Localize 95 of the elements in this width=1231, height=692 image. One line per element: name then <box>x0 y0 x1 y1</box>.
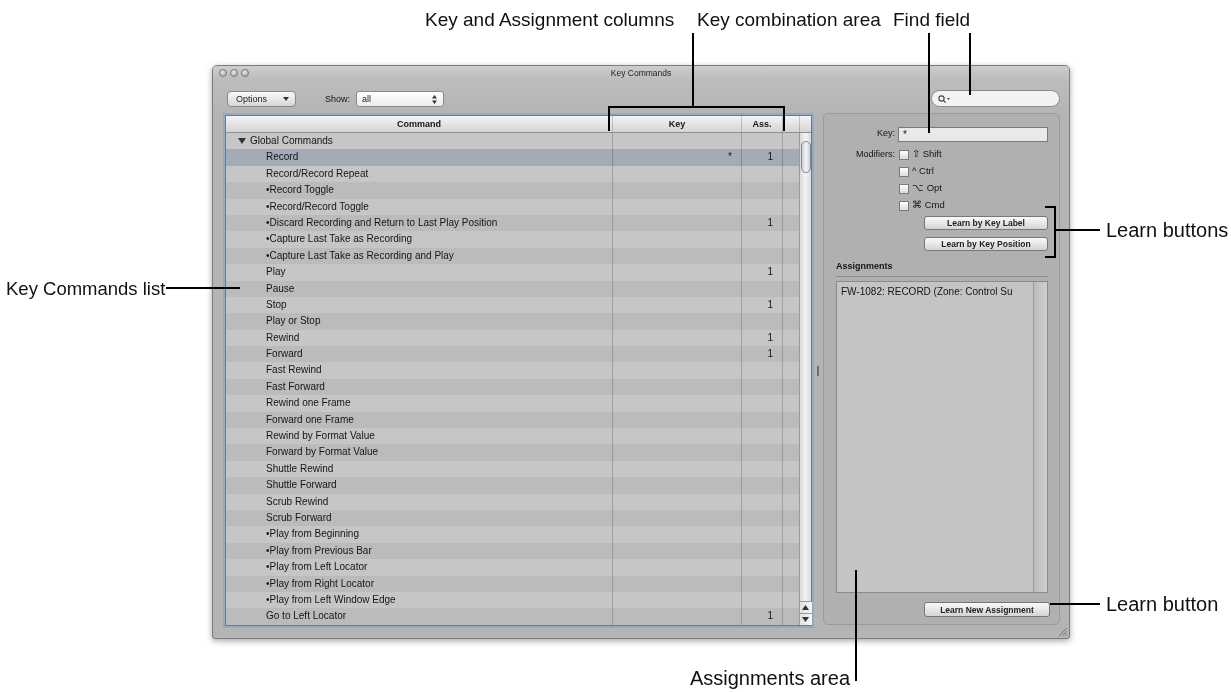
table-cell-text: •Play from Right Locator <box>265 576 375 591</box>
show-popup-button[interactable]: all <box>356 91 444 107</box>
table-cell-text: Forward <box>265 347 304 362</box>
table-row[interactable]: Fast Rewind <box>226 362 799 379</box>
table-cell-text: Scrub Forward <box>265 511 333 525</box>
table-cell-text: Stop <box>265 297 288 312</box>
scrollbar[interactable] <box>1033 281 1047 592</box>
caret-icon <box>283 97 289 101</box>
callout-label: Key Commands list <box>6 277 166 301</box>
search-icon <box>938 94 950 103</box>
callout-label: Find field <box>893 8 971 32</box>
table-row[interactable]: •Play from Beginning <box>226 526 799 543</box>
table-cell-text: •Capture Last Take as Recording <box>265 232 414 247</box>
table-cell-text: Fast Forward <box>265 379 326 394</box>
leader-line <box>969 32 971 96</box>
checkbox[interactable] <box>899 166 909 177</box>
table-cell-text: •Play from Previous Bar <box>265 543 373 558</box>
table-cell-text: Play <box>265 265 287 280</box>
table-cell-text: Rewind one Frame <box>265 396 352 411</box>
table-cell-text: •Play from Left Window Edge <box>265 592 397 607</box>
checkbox-label: ⇧ Shift <box>912 147 942 162</box>
key-field[interactable]: * <box>898 126 1048 142</box>
leader-line <box>1049 603 1101 605</box>
splitter-handle[interactable] <box>816 365 819 376</box>
learn-button[interactable]: Learn by Key Position <box>924 237 1048 251</box>
window-title: Key Commands <box>609 68 673 78</box>
table-row[interactable]: Go to Left Locator 1 <box>226 608 799 625</box>
table-cell-text: Pause <box>265 281 296 296</box>
table-cell-text: Shuttle Rewind <box>265 461 335 476</box>
show-label: Show: <box>325 93 350 106</box>
table-cell: 1 <box>741 608 782 625</box>
table-cell-text: •Capture Last Take as Recording and Play <box>265 248 455 263</box>
table-cell: 1 <box>741 149 782 166</box>
table-cell-text: •Play from Left Locator <box>265 560 369 575</box>
table-cell-text: •Record Toggle <box>265 183 335 198</box>
table-cell-text: Go to Left Locator <box>265 609 348 624</box>
search-field[interactable] <box>931 90 1060 107</box>
section-title: Assignments <box>836 260 1048 277</box>
checkbox[interactable] <box>899 200 909 211</box>
table-cell-text: Shuttle Forward <box>265 478 338 493</box>
table-cell-text: Forward one Frame <box>265 412 355 427</box>
table-row[interactable]: •Record Toggle <box>226 182 799 199</box>
checkbox-label: ⌘ Cmd <box>912 198 945 213</box>
list-item[interactable]: FW-1082: RECORD (Zone: Control Su <box>841 284 1029 298</box>
callout-label: Key combination area <box>697 8 881 32</box>
table-row[interactable]: •Play from Left Locator <box>226 559 799 576</box>
table-row[interactable]: Play or Stop <box>226 313 799 330</box>
table-cell-text: Forward by Format Value <box>265 445 380 460</box>
learn-button[interactable]: Learn New Assignment <box>924 602 1050 617</box>
table-cell: 1 <box>741 264 782 281</box>
checkbox[interactable] <box>899 149 909 160</box>
up-arrow-icon <box>802 605 809 610</box>
table-cell-text: Scrub Rewind <box>265 494 330 509</box>
updown-arrows-icon <box>432 94 437 104</box>
scroll-up-button[interactable] <box>799 601 812 613</box>
scroll-down-button[interactable] <box>799 613 812 625</box>
table-row[interactable]: Rewind by Format Value <box>226 428 799 445</box>
table-cell-text: Rewind <box>265 330 301 345</box>
scrollbar[interactable] <box>799 133 811 625</box>
table-row[interactable]: Forward by Format Value <box>226 444 799 461</box>
table-cell-text: •Discard Recording and Return to Last Play Position <box>265 215 499 230</box>
checkbox[interactable] <box>899 183 909 194</box>
table-cell-text: Rewind by Format Value <box>265 429 376 444</box>
callout-label: Key and Assignment columns <box>425 8 675 32</box>
key-label: Key: <box>876 127 895 141</box>
table-cell-text: Fast Rewind <box>265 363 323 378</box>
modifiers-label: Modifiers: <box>855 147 895 161</box>
callout-label: Learn button <box>1106 592 1219 616</box>
table-row[interactable]: •Capture Last Take as Recording <box>226 231 799 248</box>
column-header[interactable]: Command <box>226 116 612 132</box>
table-cell-text: Record/Record Repeat <box>265 166 370 181</box>
checkbox-label: ⌥ Opt <box>912 181 942 196</box>
options-popup-button[interactable]: Options <box>227 91 296 107</box>
table-row[interactable]: Record * 1 <box>226 149 799 166</box>
table-row[interactable]: Play 1 <box>226 264 799 281</box>
table-cell-text: •Play from Beginning <box>265 527 360 542</box>
table-row[interactable]: Shuttle Forward <box>226 477 799 494</box>
down-arrow-icon <box>802 617 809 622</box>
column-header[interactable]: Ass. <box>741 116 782 132</box>
table-row[interactable]: Rewind one Frame <box>226 395 799 412</box>
callout-label: Assignments area <box>689 666 850 690</box>
learn-button[interactable]: Learn by Key Label <box>924 216 1048 230</box>
callout-label: Learn buttons <box>1106 218 1229 242</box>
table-cell-text: Play or Stop <box>265 314 322 329</box>
table-cell-text: Record <box>265 150 300 165</box>
table-row[interactable]: Global Commands <box>226 133 799 150</box>
table-row[interactable]: Forward 1 <box>226 346 799 363</box>
table-cell: * <box>612 149 741 166</box>
checkbox-label: ^ Ctrl <box>912 164 934 179</box>
group-label: Global Commands <box>250 134 333 148</box>
table-cell-text: •Record/Record Toggle <box>265 199 370 214</box>
resize-grip-icon <box>1058 627 1067 636</box>
scroll-thumb[interactable] <box>800 141 811 173</box>
column-header[interactable]: Key <box>612 116 741 132</box>
leader-line <box>1044 206 1101 258</box>
